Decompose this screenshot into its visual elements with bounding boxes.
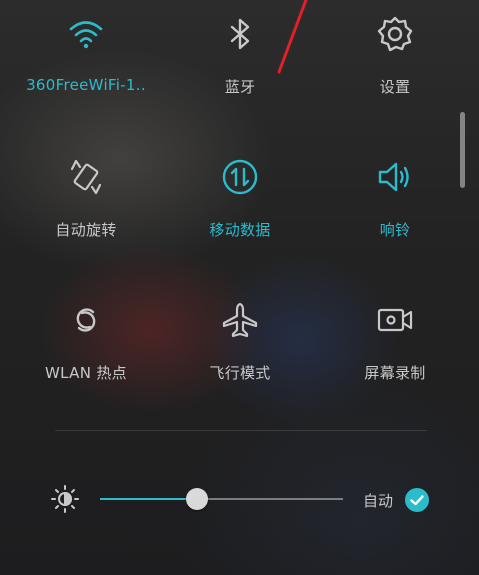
- tile-ringer-label: 响铃: [379, 221, 411, 239]
- auto-brightness-label: 自动: [363, 492, 394, 510]
- airplane-icon: [220, 300, 260, 340]
- wifi-icon: [66, 14, 106, 54]
- screen-record-icon: [375, 300, 415, 340]
- bluetooth-icon: [220, 14, 260, 54]
- check-icon: [410, 495, 424, 506]
- hotspot-icon: [66, 300, 106, 340]
- tile-screen-record[interactable]: 屏幕录制: [320, 300, 470, 410]
- brightness-slider-fill: [100, 498, 198, 500]
- tile-hotspot-label: WLAN 热点: [45, 364, 127, 382]
- brightness-slider-thumb[interactable]: [186, 488, 209, 510]
- tile-settings[interactable]: 设置: [320, 14, 470, 124]
- tile-screen-record-label: 屏幕录制: [364, 364, 426, 382]
- divider: [55, 430, 427, 431]
- tile-settings-label: 设置: [379, 78, 411, 96]
- tile-wifi[interactable]: 360FreeWiFi-1..: [11, 14, 161, 124]
- tile-wifi-label: 360FreeWiFi-1..: [26, 76, 146, 94]
- tile-bluetooth-label: 蓝牙: [224, 78, 256, 96]
- tile-bluetooth[interactable]: 蓝牙: [165, 14, 315, 124]
- auto-brightness-checkbox[interactable]: [405, 488, 429, 512]
- gear-icon: [375, 14, 415, 54]
- brightness-icon: [50, 484, 80, 514]
- tile-auto-rotate-label: 自动旋转: [55, 221, 117, 239]
- auto-rotate-icon: [66, 157, 106, 197]
- quick-settings-panel: 360FreeWiFi-1.. 蓝牙 设置 自动旋转 移动数据 响铃 WLAN …: [0, 0, 479, 575]
- tile-mobile-data[interactable]: 移动数据: [165, 157, 315, 267]
- tile-mobile-data-label: 移动数据: [209, 221, 271, 239]
- mobile-data-icon: [220, 157, 260, 197]
- tile-hotspot[interactable]: WLAN 热点: [11, 300, 161, 410]
- tile-airplane-mode[interactable]: 飞行模式: [165, 300, 315, 410]
- speaker-icon: [375, 157, 415, 197]
- tile-airplane-mode-label: 飞行模式: [209, 364, 271, 382]
- tile-auto-rotate[interactable]: 自动旋转: [11, 157, 161, 267]
- brightness-slider[interactable]: [100, 488, 343, 510]
- scrollbar[interactable]: [460, 112, 465, 188]
- tile-ringer[interactable]: 响铃: [320, 157, 470, 267]
